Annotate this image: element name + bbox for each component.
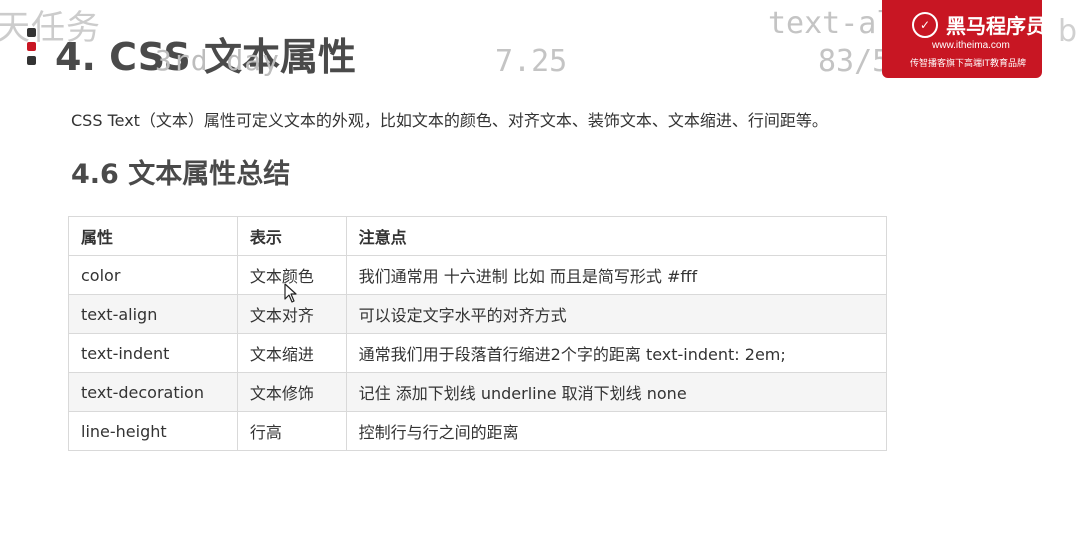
cell-property: text-indent <box>68 333 238 373</box>
table-row: text-indent 文本缩进 通常我们用于段落首行缩进2个字的距离 text… <box>68 333 888 373</box>
cell-meaning: 文本缩进 <box>236 333 347 373</box>
brand-name: 黑马程序员 <box>946 14 1042 38</box>
column-header-meaning: 表示 <box>236 216 347 256</box>
brand-mark-icon: ✓ <box>912 12 938 38</box>
overlay-edge-text: b <box>1058 14 1078 49</box>
overlay-day-label: 3rd day <box>155 44 281 77</box>
cell-property: color <box>68 255 238 295</box>
table-row: line-height 行高 控制行与行之间的距离 <box>68 411 888 451</box>
brand-slogan: 传智播客旗下高端IT教育品牌 <box>910 58 1026 68</box>
bullet-dot <box>27 56 36 65</box>
table-header-row: 属性 表示 注意点 <box>68 216 888 256</box>
column-header-property: 属性 <box>68 216 238 256</box>
table-row: text-decoration 文本修饰 记住 添加下划线 underline … <box>68 372 888 412</box>
brand-url: www.itheima.com <box>932 40 1010 51</box>
column-header-notes: 注意点 <box>345 216 888 256</box>
cell-notes: 记住 添加下划线 underline 取消下划线 none <box>345 372 888 412</box>
intro-paragraph: CSS Text（文本）属性可定义文本的外观，比如文本的颜色、对齐文本、装饰文本… <box>71 111 828 130</box>
cell-property: line-height <box>68 411 238 451</box>
cell-property: text-decoration <box>68 372 238 412</box>
section-title: 4.6 文本属性总结 <box>71 159 291 190</box>
cell-notes: 可以设定文字水平的对齐方式 <box>345 294 888 334</box>
cell-notes: 通常我们用于段落首行缩进2个字的距离 text-indent: 2em; <box>345 333 888 373</box>
cell-meaning: 行高 <box>236 411 347 451</box>
brand-logo: ✓ 黑马程序员 www.itheima.com 传智播客旗下高端IT教育品牌 <box>882 0 1042 78</box>
table-row: text-align 文本对齐 可以设定文字水平的对齐方式 <box>68 294 888 334</box>
cell-meaning: 文本修饰 <box>236 372 347 412</box>
table-row: color 文本颜色 我们通常用 十六进制 比如 而且是简写形式 #fff <box>68 255 888 295</box>
text-properties-table: 属性 表示 注意点 color 文本颜色 我们通常用 十六进制 比如 而且是简写… <box>68 216 888 451</box>
cell-notes: 控制行与行之间的距离 <box>345 411 888 451</box>
cell-notes: 我们通常用 十六进制 比如 而且是简写形式 #fff <box>345 255 888 295</box>
overlay-date-label: 7.25 <box>495 44 568 79</box>
mouse-cursor-icon <box>284 283 297 303</box>
cell-property: text-align <box>68 294 238 334</box>
